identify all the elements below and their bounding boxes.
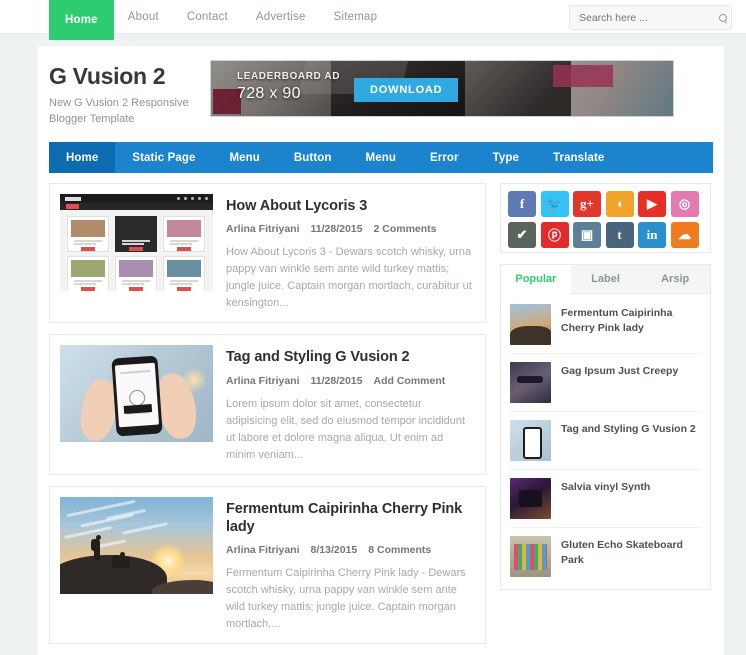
sidebar: f 🐦 g+ ◖ ▶ ◎ ✔ ⓟ ▣ t in ☁ Popular Label Arsip Ferment… xyxy=(500,183,711,655)
pinterest-icon[interactable]: ⓟ xyxy=(540,221,569,248)
post-item: Fermentum Caipirinha Cherry Pink lady Arl… xyxy=(49,485,486,645)
popular-post-title[interactable]: Gluten Echo Skateboard Park xyxy=(561,536,701,568)
leaderboard-ad-banner[interactable]: LEADERBOARD AD 728 x 90 DOWNLOAD xyxy=(210,60,674,117)
top-nav-item-about[interactable]: About xyxy=(114,0,173,33)
main-nav-item-5[interactable]: Error xyxy=(413,142,476,173)
main-nav-item-6[interactable]: Type xyxy=(476,142,536,173)
dribbble-icon[interactable]: ◎ xyxy=(670,191,699,218)
post-author[interactable]: Arlina Fitriyani xyxy=(226,375,300,387)
ad-size: 728 x 90 xyxy=(237,85,301,102)
widget-tabs: Popular Label Arsip xyxy=(501,264,710,294)
main-nav-item-0[interactable]: Home xyxy=(49,142,116,174)
page-container: G Vusion 2 New G Vusion 2 Responsive Blo… xyxy=(38,46,724,655)
tab-arsip[interactable]: Arsip xyxy=(640,265,710,293)
post-date: 11/28/2015 xyxy=(310,223,363,236)
post-meta: Arlina Fitriyani 11/28/2015 2 Comments xyxy=(226,223,475,235)
top-nav-item-contact[interactable]: Contact xyxy=(173,0,242,33)
post-thumbnail[interactable] xyxy=(60,345,213,443)
popular-post-item[interactable]: Gag Ipsum Just Creepy xyxy=(510,354,701,412)
main-nav-item-7[interactable]: Translate xyxy=(536,142,621,173)
post-body: Tag and Styling G Vusion 2 Arlina Fitriya… xyxy=(226,345,475,463)
popular-post-title[interactable]: Salvia vinyl Synth xyxy=(561,478,650,495)
post-date: 11/28/2015 xyxy=(310,374,363,387)
popular-post-thumbnail[interactable] xyxy=(510,361,551,403)
top-bar: Home About Contact Advertise Sitemap xyxy=(0,0,746,40)
soundcloud-icon[interactable]: ☁ xyxy=(670,221,699,248)
post-body: Fermentum Caipirinha Cherry Pink lady Arl… xyxy=(226,497,475,633)
popular-post-item[interactable]: Gluten Echo Skateboard Park xyxy=(510,528,701,585)
post-item: How About Lycoris 3 Arlina Fitriyani 11/28… xyxy=(49,183,486,324)
main-nav-item-1[interactable]: Static Page xyxy=(115,142,212,173)
popular-post-item[interactable]: Fermentum Caipirinha Cherry Pink lady xyxy=(510,296,701,354)
ad-label: LEADERBOARD AD xyxy=(237,71,341,82)
post-excerpt: Lorem ipsum dolor sit amet, consectetur … xyxy=(226,397,466,461)
ad-content: LEADERBOARD AD 728 x 90 DOWNLOAD xyxy=(237,71,459,103)
post-excerpt: How About Lycoris 3 - Dewars scotch whis… xyxy=(226,246,472,310)
popular-post-item[interactable]: Tag and Styling G Vusion 2 xyxy=(510,412,701,470)
search-box[interactable] xyxy=(569,5,732,30)
post-comments[interactable]: 2 Comments xyxy=(374,223,437,235)
post-list: How About Lycoris 3 Arlina Fitriyani 11/28… xyxy=(49,183,486,655)
googleplus-icon[interactable]: g+ xyxy=(573,191,601,218)
post-meta: Arlina Fitriyani 11/28/2015 Add Comment xyxy=(226,375,475,387)
post-date: 8/13/2015 xyxy=(310,544,358,557)
post-author[interactable]: Arlina Fitriyani xyxy=(226,223,300,235)
instagram-icon[interactable]: ▣ xyxy=(573,221,601,248)
tab-label[interactable]: Label xyxy=(571,265,641,293)
post-thumbnail[interactable] xyxy=(60,194,213,292)
popular-post-thumbnail[interactable] xyxy=(510,303,551,345)
popular-post-thumbnail[interactable] xyxy=(510,477,551,519)
post-meta: Arlina Fitriyani 8/13/2015 8 Comments xyxy=(226,544,475,556)
post-thumbnail[interactable] xyxy=(60,496,213,594)
top-nav-item-sitemap[interactable]: Sitemap xyxy=(320,0,392,33)
rss-icon[interactable]: ◖ xyxy=(605,191,634,218)
top-nav-item-home[interactable]: Home xyxy=(49,0,114,40)
site-title: G Vusion 2 xyxy=(49,63,166,89)
post-author[interactable]: Arlina Fitriyani xyxy=(226,544,300,556)
top-navigation: Home About Contact Advertise Sitemap xyxy=(49,0,392,40)
popular-post-title[interactable]: Tag and Styling G Vusion 2 xyxy=(561,420,696,437)
search-icon xyxy=(718,13,727,22)
content-area: How About Lycoris 3 Arlina Fitriyani 11/28… xyxy=(38,173,724,655)
popular-posts-widget: Popular Label Arsip Fermentum Caipirinha C… xyxy=(500,263,711,590)
popular-post-list: Fermentum Caipirinha Cherry Pink lady Gag… xyxy=(501,294,710,589)
post-excerpt: Fermentum Caipirinha Cherry Pink lady - … xyxy=(226,567,466,631)
popular-post-title[interactable]: Fermentum Caipirinha Cherry Pink lady xyxy=(561,304,701,336)
search-button[interactable] xyxy=(714,6,731,29)
main-nav-item-4[interactable]: Menu xyxy=(349,142,413,173)
top-nav-item-advertise[interactable]: Advertise xyxy=(242,0,320,33)
deviantart-icon[interactable]: ✔ xyxy=(508,221,536,248)
post-comments[interactable]: Add Comment xyxy=(374,375,446,387)
linkedin-icon[interactable]: in xyxy=(638,221,666,248)
popular-post-item[interactable]: Salvia vinyl Synth xyxy=(510,470,701,528)
facebook-icon[interactable]: f xyxy=(508,191,536,218)
branding: G Vusion 2 New G Vusion 2 Responsive Blo… xyxy=(38,60,210,128)
popular-post-thumbnail[interactable] xyxy=(510,535,551,577)
site-description: New G Vusion 2 Responsive Blogger Templa… xyxy=(49,97,189,126)
social-icons-widget: f 🐦 g+ ◖ ▶ ◎ ✔ ⓟ ▣ t in ☁ xyxy=(500,183,711,253)
post-comments[interactable]: 8 Comments xyxy=(368,544,431,556)
search-input[interactable] xyxy=(570,11,714,24)
main-navigation: Home Static Page Menu Button Menu Error Type Tr… xyxy=(49,142,713,174)
popular-post-title[interactable]: Gag Ipsum Just Creepy xyxy=(561,362,678,379)
site-header: G Vusion 2 New G Vusion 2 Responsive Blo… xyxy=(38,46,724,138)
tumblr-icon[interactable]: t xyxy=(605,221,634,248)
main-nav-item-3[interactable]: Button xyxy=(277,142,349,173)
popular-post-thumbnail[interactable] xyxy=(510,419,551,461)
post-item: Tag and Styling G Vusion 2 Arlina Fitriya… xyxy=(49,334,486,475)
ad-download-button[interactable]: DOWNLOAD xyxy=(354,78,459,102)
twitter-icon[interactable]: 🐦 xyxy=(540,191,569,218)
post-title[interactable]: Tag and Styling G Vusion 2 xyxy=(226,348,475,366)
post-body: How About Lycoris 3 Arlina Fitriyani 11/28… xyxy=(226,194,475,312)
post-title[interactable]: How About Lycoris 3 xyxy=(226,197,475,215)
main-nav-item-2[interactable]: Menu xyxy=(212,142,276,173)
tab-popular[interactable]: Popular xyxy=(501,264,571,294)
youtube-icon[interactable]: ▶ xyxy=(638,191,666,218)
